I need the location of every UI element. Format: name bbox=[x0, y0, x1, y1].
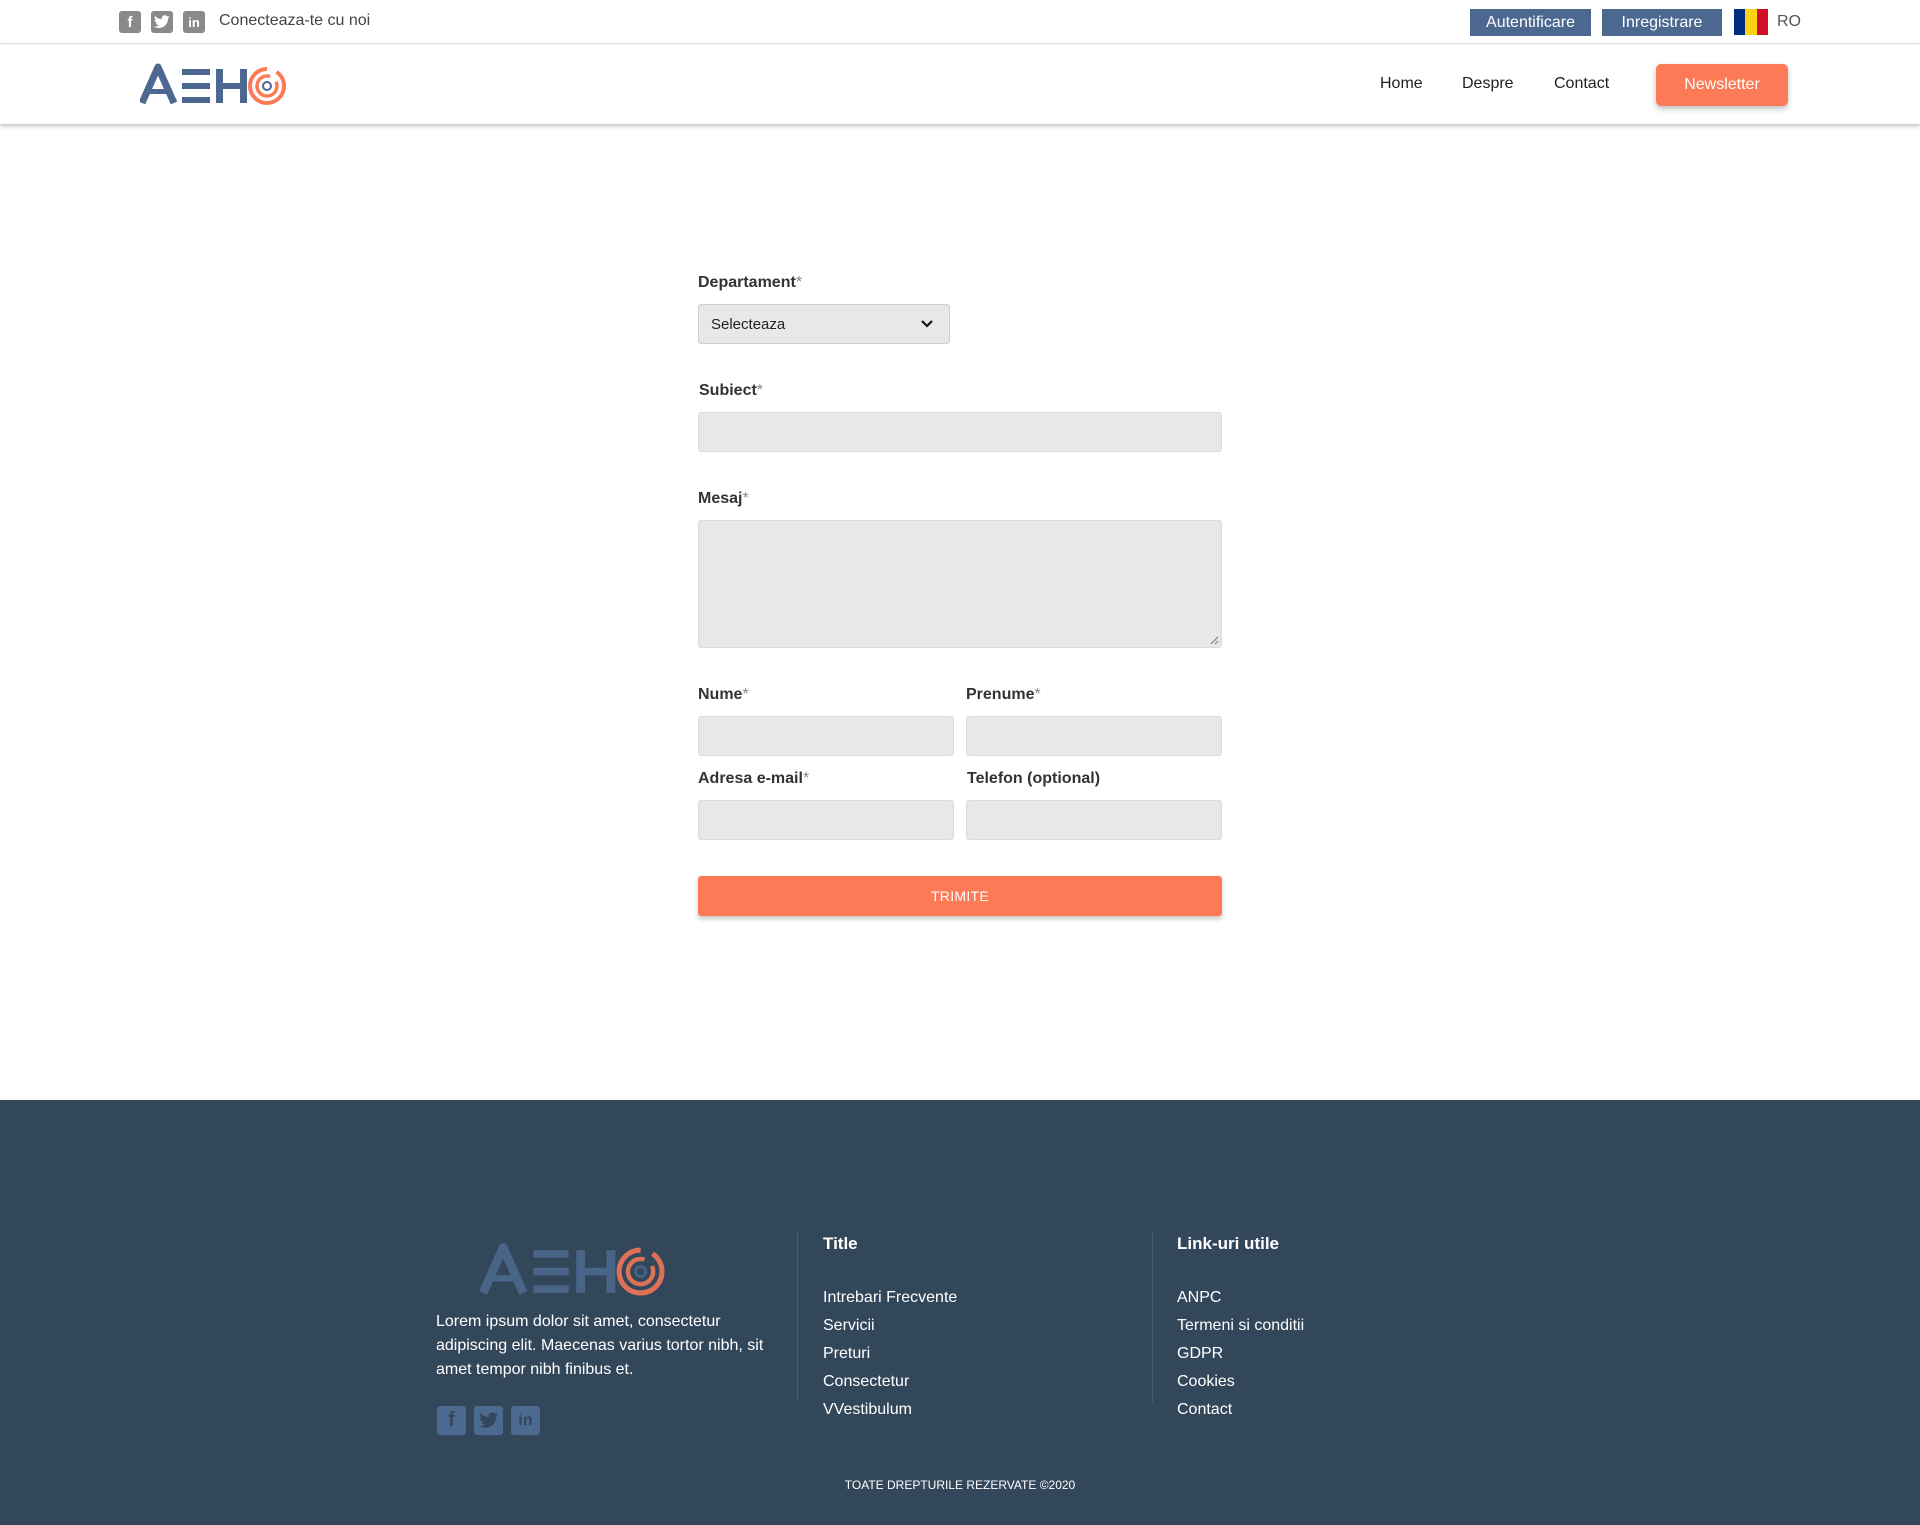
nav-despre[interactable]: Despre bbox=[1462, 75, 1514, 93]
email-input[interactable] bbox=[698, 800, 954, 840]
footer-aeh-logo bbox=[478, 1240, 670, 1298]
linkedin-icon[interactable]: in bbox=[183, 11, 205, 33]
footer-social-links: f in bbox=[437, 1406, 540, 1435]
footer-description: Lorem ipsum dolor sit amet, consectetur … bbox=[436, 1313, 764, 1378]
department-select[interactable]: Selecteaza bbox=[698, 304, 950, 344]
language-selector[interactable]: RO bbox=[1777, 13, 1801, 31]
connect-text: Conecteaza-te cu noi bbox=[219, 12, 371, 29]
copyright-text: TOATE DREPTURILE REZERVATE ©2020 bbox=[844, 1478, 1076, 1492]
last-name-label: Nume* bbox=[698, 686, 749, 703]
phone-input[interactable] bbox=[966, 800, 1222, 840]
message-label: Mesaj* bbox=[698, 490, 749, 507]
footer-link[interactable]: Cookies bbox=[1177, 1368, 1304, 1396]
footer-link[interactable]: ANPC bbox=[1177, 1284, 1304, 1312]
aeh-logo[interactable] bbox=[138, 61, 290, 107]
twitter-icon[interactable] bbox=[151, 11, 173, 33]
social-links: f in bbox=[119, 11, 205, 33]
footer-link[interactable]: Intrebari Frecvente bbox=[823, 1284, 957, 1312]
footer-link[interactable]: Contact bbox=[1177, 1396, 1304, 1424]
resize-handle-icon[interactable] bbox=[1210, 636, 1219, 645]
footer-col2-links: ANPC Termeni si conditii GDPR Cookies Co… bbox=[1177, 1284, 1304, 1424]
facebook-icon[interactable]: f bbox=[437, 1406, 466, 1435]
twitter-icon[interactable] bbox=[474, 1406, 503, 1435]
login-button[interactable]: Autentificare bbox=[1470, 9, 1591, 36]
footer-divider bbox=[797, 1232, 798, 1402]
romania-flag-icon[interactable] bbox=[1734, 9, 1768, 35]
footer-link[interactable]: GDPR bbox=[1177, 1340, 1304, 1368]
footer-col2-title: Link-uri utile bbox=[1177, 1234, 1279, 1253]
email-label: Adresa e-mail* bbox=[698, 770, 810, 787]
footer-divider bbox=[1152, 1232, 1153, 1402]
footer: Lorem ipsum dolor sit amet, consectetur … bbox=[0, 1100, 1920, 1525]
subject-label: Subiect* bbox=[699, 382, 764, 399]
footer-link[interactable]: Termeni si conditii bbox=[1177, 1312, 1304, 1340]
chevron-down-icon bbox=[921, 320, 933, 328]
top-bar: f in Conecteaza-te cu noi Autentificare … bbox=[0, 0, 1920, 44]
phone-label: Telefon (optional) bbox=[967, 770, 1101, 787]
message-textarea[interactable] bbox=[698, 520, 1222, 648]
facebook-icon[interactable]: f bbox=[119, 11, 141, 33]
footer-link[interactable]: Preturi bbox=[823, 1340, 957, 1368]
subject-input[interactable] bbox=[698, 412, 1222, 452]
footer-col1-links: Intrebari Frecvente Servicii Preturi Con… bbox=[823, 1284, 957, 1424]
nav-home[interactable]: Home bbox=[1380, 75, 1423, 93]
footer-link[interactable]: Consectetur bbox=[823, 1368, 957, 1396]
nav-contact[interactable]: Contact bbox=[1554, 75, 1609, 93]
department-selected-value: Selecteaza bbox=[711, 315, 786, 333]
footer-link[interactable]: VVestibulum bbox=[823, 1396, 957, 1424]
submit-button[interactable]: TRIMITE bbox=[698, 876, 1222, 916]
first-name-input[interactable] bbox=[966, 716, 1222, 756]
footer-link[interactable]: Servicii bbox=[823, 1312, 957, 1340]
first-name-label: Prenume* bbox=[966, 686, 1041, 703]
linkedin-icon[interactable]: in bbox=[511, 1406, 540, 1435]
main-header: Home Despre Contact Newsletter bbox=[0, 45, 1920, 124]
footer-col1-title: Title bbox=[823, 1234, 858, 1253]
newsletter-button[interactable]: Newsletter bbox=[1656, 64, 1788, 106]
department-label: Departament* bbox=[698, 274, 803, 291]
last-name-input[interactable] bbox=[698, 716, 954, 756]
register-button[interactable]: Inregistrare bbox=[1602, 9, 1722, 36]
